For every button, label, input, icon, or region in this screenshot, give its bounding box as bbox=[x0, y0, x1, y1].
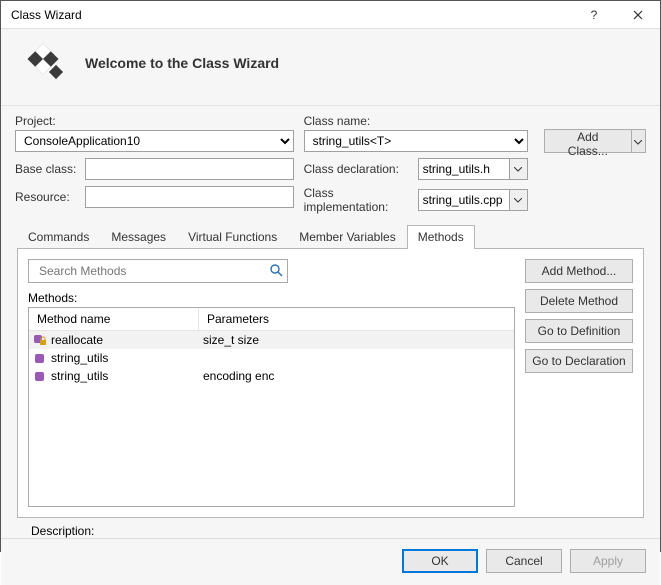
class-name-select[interactable]: string_utils<T> bbox=[304, 130, 528, 152]
description-label: Description: bbox=[31, 524, 642, 538]
wizard-icon bbox=[19, 39, 67, 87]
project-select[interactable]: ConsoleApplication10 bbox=[15, 130, 294, 152]
tab-commands[interactable]: Commands bbox=[17, 225, 100, 249]
implementation-file-dropdown[interactable] bbox=[510, 189, 528, 211]
tab-strip: Commands Messages Virtual Functions Memb… bbox=[15, 224, 646, 248]
add-class-dropdown[interactable] bbox=[631, 129, 646, 153]
add-method-button[interactable]: Add Method... bbox=[525, 259, 633, 283]
method-icon bbox=[33, 351, 47, 365]
methods-list: Method name Parameters reallocate size_t… bbox=[28, 307, 515, 507]
method-params: size_t size bbox=[199, 333, 514, 347]
window-title: Class Wizard bbox=[11, 8, 572, 22]
tab-messages[interactable]: Messages bbox=[100, 225, 177, 249]
delete-method-button[interactable]: Delete Method bbox=[525, 289, 633, 313]
go-to-definition-button[interactable]: Go to Definition bbox=[525, 319, 633, 343]
close-button[interactable] bbox=[616, 1, 660, 29]
tab-virtual-functions[interactable]: Virtual Functions bbox=[177, 225, 288, 249]
resource-label: Resource: bbox=[15, 190, 79, 204]
search-methods-box bbox=[28, 259, 288, 283]
method-icon-locked bbox=[33, 333, 47, 347]
search-methods-input[interactable] bbox=[35, 261, 269, 281]
search-icon[interactable] bbox=[269, 263, 283, 280]
class-implementation-label: Class implementation: bbox=[304, 186, 412, 214]
ok-button[interactable]: OK bbox=[402, 549, 478, 573]
base-class-label: Base class: bbox=[15, 162, 79, 176]
declaration-file-dropdown[interactable] bbox=[510, 158, 528, 180]
method-name: reallocate bbox=[51, 333, 103, 347]
class-name-label: Class name: bbox=[304, 114, 528, 128]
help-button[interactable]: ? bbox=[572, 1, 616, 29]
method-row[interactable]: string_utils bbox=[29, 349, 514, 367]
base-class-field bbox=[85, 158, 294, 180]
method-name: string_utils bbox=[51, 369, 108, 383]
class-declaration-label: Class declaration: bbox=[304, 162, 412, 176]
tab-member-variables[interactable]: Member Variables bbox=[288, 225, 406, 249]
method-params: encoding enc bbox=[199, 369, 514, 383]
implementation-file-field[interactable]: string_utils.cpp bbox=[418, 189, 510, 211]
chevron-down-icon bbox=[514, 167, 522, 172]
apply-button: Apply bbox=[570, 549, 646, 573]
declaration-file-field[interactable]: string_utils.h bbox=[418, 158, 510, 180]
welcome-heading: Welcome to the Class Wizard bbox=[85, 55, 279, 71]
method-icon bbox=[33, 369, 47, 383]
method-row[interactable]: string_utils encoding enc bbox=[29, 367, 514, 385]
project-label: Project: bbox=[15, 114, 294, 128]
method-row[interactable]: reallocate size_t size bbox=[29, 331, 514, 349]
methods-label: Methods: bbox=[28, 291, 515, 305]
cancel-button[interactable]: Cancel bbox=[486, 549, 562, 573]
chevron-down-icon bbox=[634, 140, 642, 145]
tab-methods[interactable]: Methods bbox=[407, 225, 475, 249]
resource-field bbox=[85, 186, 294, 208]
add-class-button[interactable]: Add Class... bbox=[544, 129, 631, 153]
close-icon bbox=[633, 10, 643, 20]
column-method-name[interactable]: Method name bbox=[29, 308, 199, 330]
chevron-down-icon bbox=[514, 198, 522, 203]
go-to-declaration-button[interactable]: Go to Declaration bbox=[525, 349, 633, 373]
method-name: string_utils bbox=[51, 351, 108, 365]
titlebar: Class Wizard ? bbox=[1, 1, 660, 29]
column-parameters[interactable]: Parameters bbox=[199, 308, 514, 330]
